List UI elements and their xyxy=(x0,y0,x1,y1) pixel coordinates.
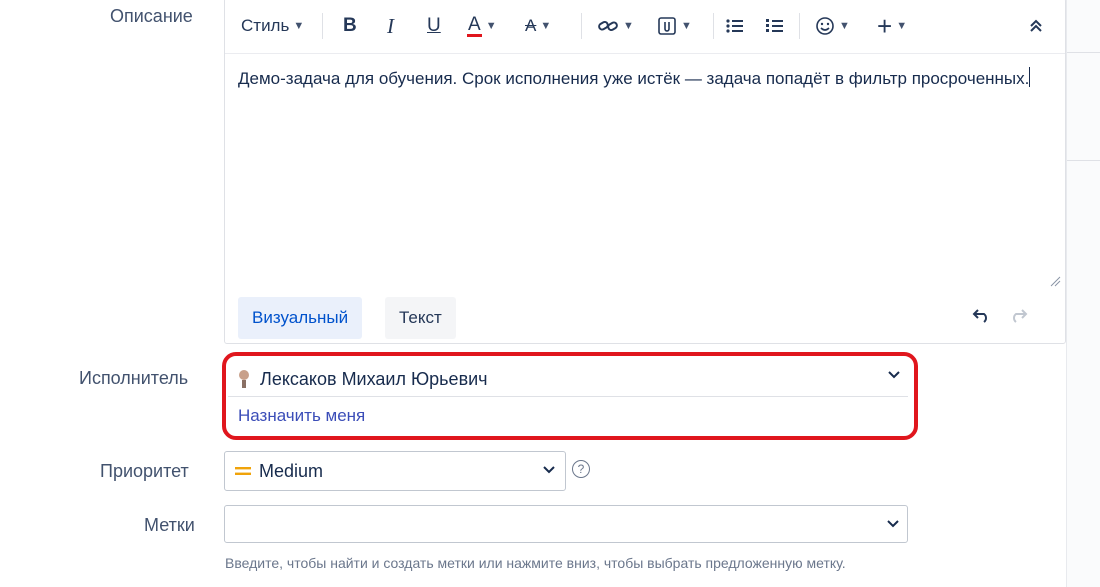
style-dropdown-label: Стиль xyxy=(241,16,290,35)
chevron-down-icon: ▼ xyxy=(896,20,908,32)
insert-more-button[interactable]: + ▼ xyxy=(877,11,907,41)
assignee-label: Исполнитель xyxy=(79,368,189,388)
labels-input[interactable] xyxy=(224,505,908,543)
collapse-icon xyxy=(1029,18,1043,34)
priority-medium-icon xyxy=(235,465,251,477)
more-format-button[interactable]: A ▼ xyxy=(525,11,551,41)
numbered-list-button[interactable] xyxy=(765,11,785,41)
help-icon[interactable]: ? xyxy=(572,460,590,478)
chevron-down-icon: ▼ xyxy=(839,20,850,32)
assign-me-link[interactable]: Назначить меня xyxy=(238,406,365,426)
link-icon xyxy=(597,18,619,34)
description-text: Демо-задача для обучения. Срок исполнени… xyxy=(238,69,1030,88)
text-color-button[interactable]: A ▼ xyxy=(467,11,497,41)
link-button[interactable]: ▼ xyxy=(597,11,634,41)
collapse-toolbar-button[interactable] xyxy=(1029,11,1043,41)
italic-button[interactable]: I xyxy=(387,11,394,41)
chevron-down-icon: ▼ xyxy=(623,20,634,32)
labels-hint: Введите, чтобы найти и создать метки или… xyxy=(225,555,846,571)
bullet-list-button[interactable] xyxy=(725,11,745,41)
chevron-down-icon: ▼ xyxy=(540,20,552,32)
emoji-icon xyxy=(815,16,835,36)
chevron-down-icon: ▼ xyxy=(293,20,305,32)
clear-format-icon: A xyxy=(525,16,537,35)
resize-handle-icon[interactable] xyxy=(1049,275,1061,287)
attachment-icon xyxy=(657,16,677,36)
editor-mode-bar: Визуальный Текст xyxy=(225,291,1065,343)
redo-button[interactable] xyxy=(1009,309,1029,323)
description-editor: Стиль ▼ B I U A ▼ A ▼ ▼ ▼ ▼ + ▼ Демо-зад… xyxy=(224,0,1066,344)
italic-icon: I xyxy=(387,13,394,38)
chevron-down-icon xyxy=(888,371,900,379)
right-panel-strip xyxy=(1066,0,1100,587)
labels-label: Метки xyxy=(144,515,195,535)
text-caret xyxy=(1029,67,1031,87)
tab-text[interactable]: Текст xyxy=(385,297,456,339)
priority-label: Приоритет xyxy=(100,461,189,481)
underline-icon: U xyxy=(427,15,441,36)
chevron-down-icon: ▼ xyxy=(681,20,692,32)
tab-visual-label: Визуальный xyxy=(252,308,349,327)
assignee-select[interactable]: Лексаков Михаил Юрьевич xyxy=(228,362,908,397)
chevron-down-icon xyxy=(887,520,899,528)
underline-button[interactable]: U xyxy=(427,11,441,41)
chevron-down-icon: ▼ xyxy=(485,20,497,32)
attachment-button[interactable]: ▼ xyxy=(657,11,692,41)
assignee-value: Лексаков Михаил Юрьевич xyxy=(260,368,488,389)
editor-toolbar: Стиль ▼ B I U A ▼ A ▼ ▼ ▼ ▼ + ▼ xyxy=(225,0,1065,54)
style-dropdown[interactable]: Стиль ▼ xyxy=(241,11,304,41)
avatar xyxy=(234,368,254,390)
chevron-down-icon xyxy=(543,466,555,474)
description-text-area[interactable]: Демо-задача для обучения. Срок исполнени… xyxy=(238,65,1038,93)
text-color-icon: A xyxy=(467,13,482,37)
priority-value: Medium xyxy=(259,460,324,481)
bold-icon: B xyxy=(343,15,357,36)
bullet-list-icon xyxy=(725,17,745,35)
description-label: Описание xyxy=(110,6,193,26)
bold-button[interactable]: B xyxy=(343,11,357,41)
tab-text-label: Текст xyxy=(399,308,442,327)
undo-button[interactable] xyxy=(971,309,991,323)
priority-select[interactable]: Medium xyxy=(224,451,566,491)
plus-icon: + xyxy=(877,11,893,41)
tab-visual[interactable]: Визуальный xyxy=(238,297,363,339)
numbered-list-icon xyxy=(765,17,785,35)
emoji-button[interactable]: ▼ xyxy=(815,11,850,41)
undo-icon xyxy=(971,309,991,323)
redo-icon xyxy=(1009,309,1029,323)
